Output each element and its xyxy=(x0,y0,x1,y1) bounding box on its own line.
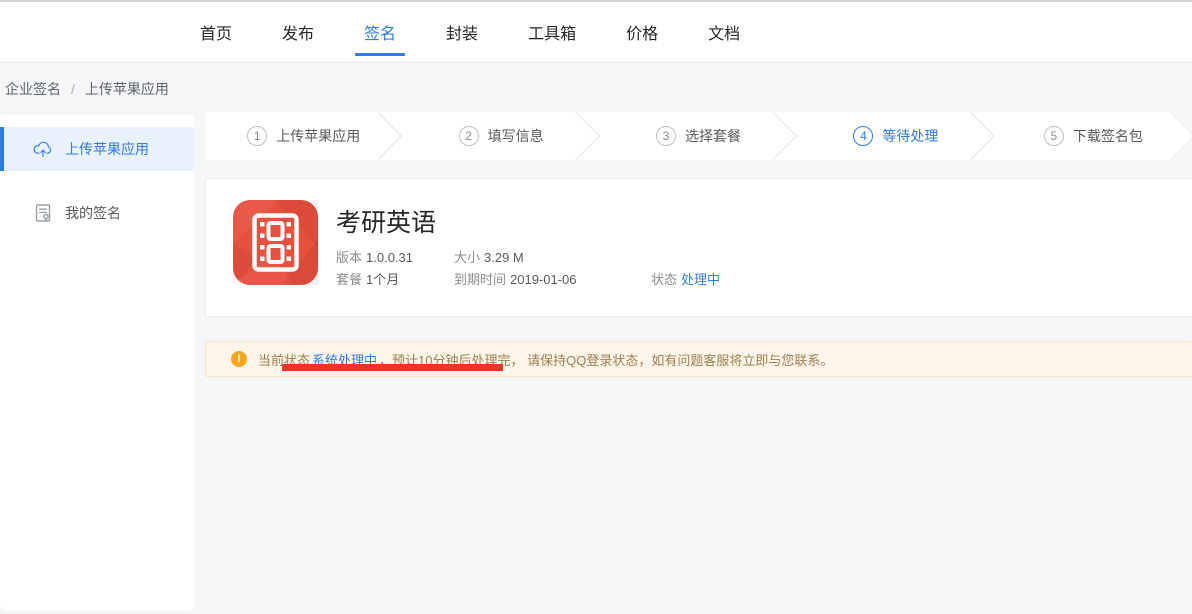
sidebar-item-label: 我的签名 xyxy=(65,203,121,223)
step-3-choose-plan: 3 选择套餐 xyxy=(600,112,797,160)
field-label: 到期时间 xyxy=(454,272,506,287)
breadcrumb-current: 上传苹果应用 xyxy=(85,79,169,99)
nav-item-publish[interactable]: 发布 xyxy=(282,2,314,62)
app-title: 考研英语 xyxy=(336,203,436,239)
step-label: 等待处理 xyxy=(882,126,938,146)
step-1-upload: 1 上传苹果应用 xyxy=(205,112,402,160)
breadcrumb: 企业签名 / 上传苹果应用 xyxy=(5,65,169,113)
nav-item-docs[interactable]: 文档 xyxy=(708,2,740,62)
sidebar-item-label: 上传苹果应用 xyxy=(65,139,149,159)
signature-doc-icon xyxy=(33,203,53,223)
step-label: 上传苹果应用 xyxy=(276,126,360,146)
field-value: 2019-01-06 xyxy=(510,272,577,287)
step-number: 3 xyxy=(656,126,676,146)
red-underline-annotation xyxy=(282,364,503,371)
step-5-download: 5 下载签名包 xyxy=(995,112,1192,160)
nav-item-package[interactable]: 封装 xyxy=(446,2,478,62)
step-label: 填写信息 xyxy=(488,126,544,146)
field-expire-time: 到期时间 2019-01-06 xyxy=(454,269,577,288)
field-plan: 套餐 1个月 xyxy=(336,269,399,288)
step-2-fill-info: 2 填写信息 xyxy=(402,112,599,160)
field-version: 版本 1.0.0.31 xyxy=(336,247,413,266)
field-value: 3.29 M xyxy=(484,250,524,265)
field-value: 1个月 xyxy=(366,272,399,287)
sidebar: 上传苹果应用 我的签名 xyxy=(0,115,194,610)
nav-item-signing[interactable]: 签名 xyxy=(364,2,396,62)
field-label: 大小 xyxy=(454,250,480,265)
step-number: 5 xyxy=(1044,126,1064,146)
app-card: 考研英语 版本 1.0.0.31 大小 3.29 M 套餐 1个月 到期时间 2019-… xyxy=(205,178,1192,317)
field-size: 大小 3.29 M xyxy=(454,247,524,266)
breadcrumb-separator: / xyxy=(71,81,75,97)
progress-steps: 1 上传苹果应用 2 填写信息 3 选择套餐 4 等待处理 5 下载签名包 xyxy=(205,112,1192,160)
warning-icon: ! xyxy=(231,351,247,367)
sidebar-item-upload-apple-app[interactable]: 上传苹果应用 xyxy=(0,127,194,171)
nav-item-home[interactable]: 首页 xyxy=(200,2,232,62)
step-number: 2 xyxy=(459,126,479,146)
field-label: 套餐 xyxy=(336,272,362,287)
processing-alert: ! 当前状态 系统处理中 ，预计10分钟后处理完， 请保持QQ登录状态，如有问题… xyxy=(205,341,1192,377)
step-label: 选择套餐 xyxy=(685,126,741,146)
step-label: 下载签名包 xyxy=(1073,126,1143,146)
status-badge: 处理中 xyxy=(681,272,720,287)
nav-item-toolbox[interactable]: 工具箱 xyxy=(528,2,576,62)
field-label: 版本 xyxy=(336,250,362,265)
nav-item-pricing[interactable]: 价格 xyxy=(626,2,658,62)
top-nav: 首页 发布 签名 封装 工具箱 价格 文档 xyxy=(0,0,1192,63)
field-value: 1.0.0.31 xyxy=(366,250,413,265)
step-number: 1 xyxy=(247,126,267,146)
step-number: 4 xyxy=(853,126,873,146)
sidebar-item-my-signatures[interactable]: 我的签名 xyxy=(0,191,194,235)
cloud-upload-icon xyxy=(33,139,53,159)
field-status: 状态处理中 xyxy=(651,269,720,288)
step-4-waiting: 4 等待处理 xyxy=(797,112,994,160)
field-label: 状态 xyxy=(651,272,677,287)
film-app-icon xyxy=(233,200,318,285)
breadcrumb-root[interactable]: 企业签名 xyxy=(5,79,61,99)
